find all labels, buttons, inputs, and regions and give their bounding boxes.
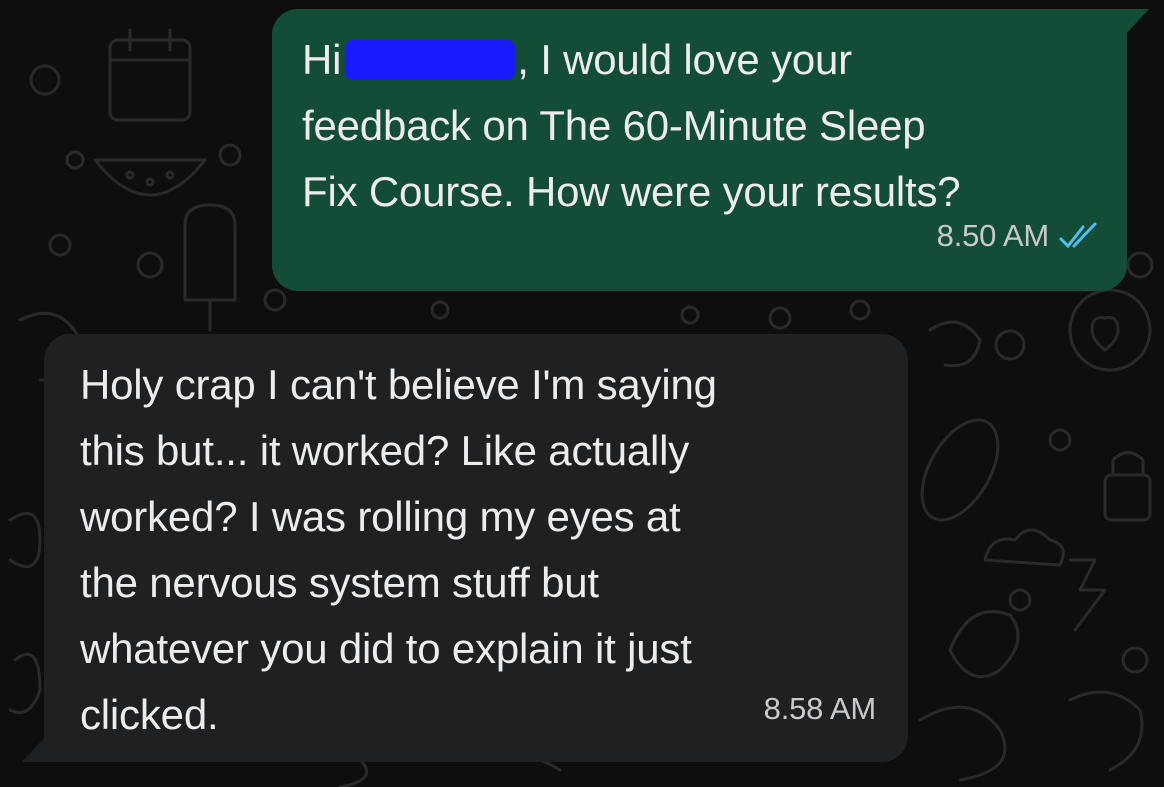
outgoing-timestamp: 8.50 AM [936, 218, 1050, 253]
incoming-line: the nervous system stuff but [80, 559, 599, 606]
incoming-line: whatever you did to explain it just [80, 625, 692, 672]
greeting-text: Hi [302, 36, 342, 83]
calendar-doodle-icon [108, 28, 192, 122]
incoming-line: this but... it worked? Like actually [80, 427, 690, 474]
outgoing-line-1: Hi , I would love your [302, 27, 1112, 93]
corn-doodle-icon [920, 418, 1000, 522]
outgoing-line-1-rest: , I would love your [517, 36, 852, 83]
outgoing-message-text: Hi , I would love your feedback on The 60… [302, 27, 1112, 225]
cloud-doodle-icon [983, 528, 1065, 567]
lock-doodle-icon [1103, 451, 1152, 522]
double-check-read-icon [1059, 222, 1097, 249]
outgoing-message-bubble[interactable]: Hi , I would love your feedback on The 60… [272, 9, 1149, 291]
incoming-line: worked? I was rolling my eyes at [80, 493, 681, 540]
incoming-message-bubble[interactable]: Holy crap I can't believe I'm saying thi… [22, 334, 908, 762]
incoming-line: Holy crap I can't believe I'm saying [80, 361, 717, 408]
hand-doodle-icon [948, 610, 1020, 679]
lightning-doodle-icon [1068, 558, 1107, 632]
popsicle-doodle-icon [183, 203, 237, 332]
name-redaction-mark [345, 40, 516, 80]
incoming-bubble-tail [22, 736, 46, 762]
outgoing-line-2: feedback on The 60-Minute Sleep [302, 102, 926, 149]
outgoing-message-meta: 8.50 AM [937, 203, 1101, 269]
incoming-message-meta: 8.58 AM [763, 676, 877, 742]
watermelon-doodle-icon [93, 158, 207, 197]
outgoing-bubble-tail [1125, 9, 1149, 35]
incoming-timestamp: 8.58 AM [763, 691, 877, 726]
